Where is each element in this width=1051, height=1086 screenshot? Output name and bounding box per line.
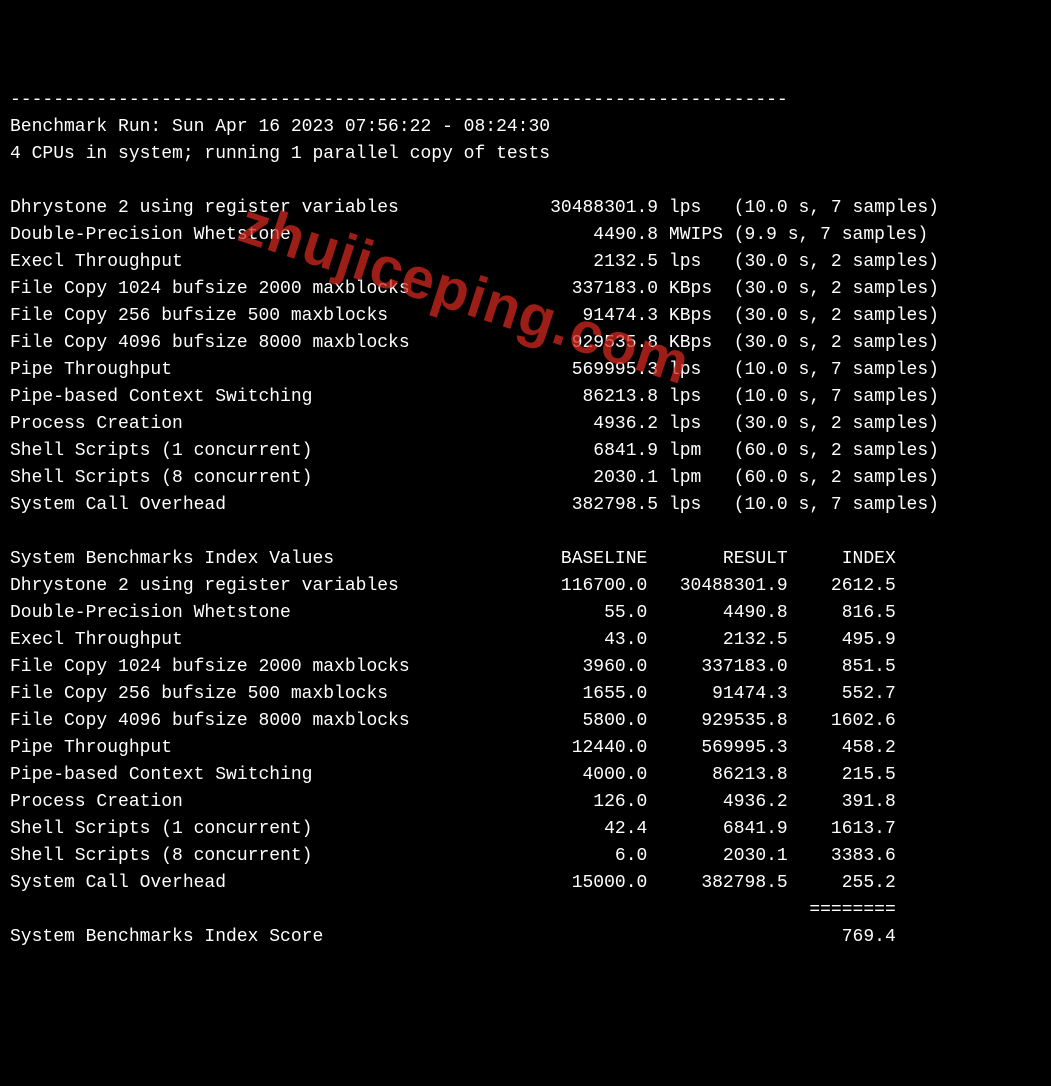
terminal-output: ----------------------------------------… xyxy=(10,87,1041,951)
